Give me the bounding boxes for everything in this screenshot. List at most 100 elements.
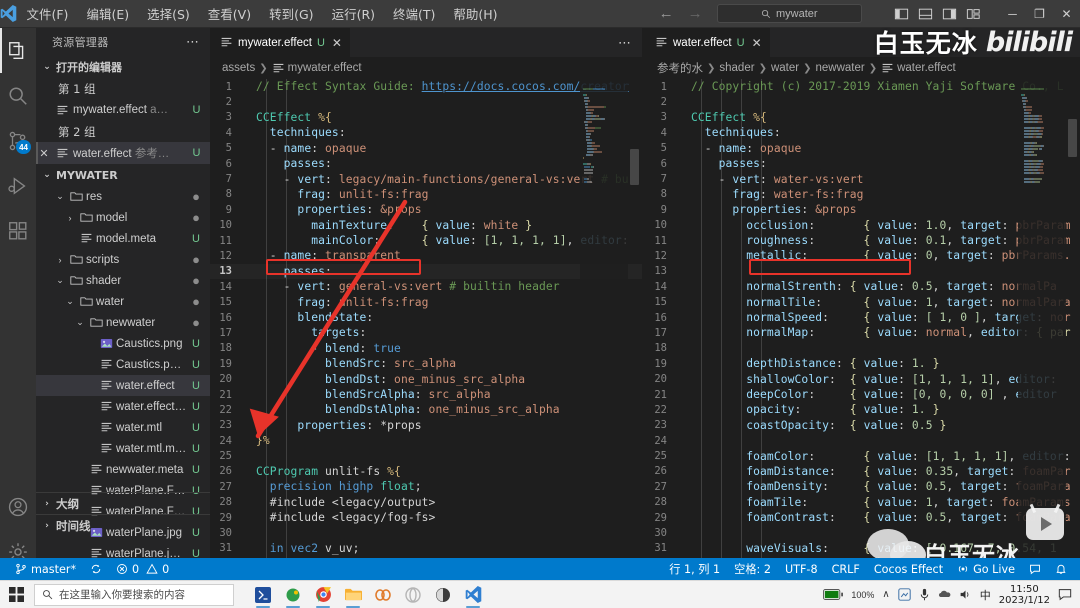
activity-explorer[interactable] (0, 28, 36, 73)
activity-extensions[interactable] (0, 208, 36, 253)
toggle-secondary-sidebar-icon[interactable] (942, 7, 957, 21)
customize-layout-icon[interactable] (966, 7, 981, 21)
tab-water-effect[interactable]: water.effect U ✕ (645, 28, 770, 57)
breadcrumb-item[interactable]: water (771, 62, 799, 74)
tree-item-water-mtl-meta[interactable]: water.mtl.meta U (36, 438, 210, 459)
taskbar-vscode-icon[interactable] (458, 581, 488, 608)
tab-close-icon[interactable]: ✕ (752, 36, 762, 50)
window-close-button[interactable]: ✕ (1053, 7, 1080, 21)
notification-center-icon[interactable] (1058, 588, 1072, 601)
activity-source-control[interactable]: 44 (0, 118, 36, 163)
tab-mywater-effect[interactable]: mywater.effect U ✕ (210, 28, 350, 57)
breadcrumb-item[interactable]: assets (222, 62, 255, 74)
section-open-editors[interactable]: ⌄ 打开的编辑器 (36, 56, 210, 78)
breadcrumb-item[interactable]: newwater (815, 62, 864, 74)
start-button[interactable] (0, 587, 32, 602)
line-number: 14 (219, 280, 232, 293)
taskbar-app-dark-icon[interactable] (428, 581, 458, 608)
toggle-sidebar-icon[interactable] (894, 7, 909, 21)
tree-item-label: water (96, 295, 125, 308)
activity-accounts[interactable] (0, 484, 36, 529)
line-text: #include <legacy/output> (256, 495, 436, 509)
forward-arrow-icon[interactable]: → (688, 6, 703, 21)
status-encoding[interactable]: UTF-8 (778, 558, 825, 580)
code-line: 5 - name: opaque (645, 141, 1080, 156)
breadcrumb-item[interactable]: shader (719, 62, 754, 74)
taskbar-clock[interactable]: 11:50 2023/1/12 (999, 584, 1050, 606)
menu-help[interactable]: 帮助(H) (444, 1, 506, 26)
quick-open-input[interactable]: mywater (716, 4, 862, 23)
status-cursor-position[interactable]: 行 1, 列 1 (662, 558, 727, 580)
menu-go[interactable]: 转到(G) (260, 1, 322, 26)
line-text: - vert: water-vs:vert (691, 172, 864, 186)
section-outline[interactable]: › 大纲 (36, 492, 210, 514)
vertical-scrollbar-right[interactable] (1066, 79, 1080, 580)
tree-item-shader[interactable]: ⌄ shader ● (36, 270, 210, 291)
taskbar-search-input[interactable]: 在这里输入你要搜索的内容 (34, 583, 234, 606)
status-branch[interactable]: master* (8, 558, 83, 580)
open-editor-item-selected[interactable]: ✕ water.effect 参考… U (36, 142, 210, 164)
window-maximize-button[interactable]: ❐ (1026, 7, 1053, 21)
menu-run[interactable]: 运行(R) (323, 1, 384, 26)
tab-close-icon[interactable]: ✕ (332, 36, 342, 50)
menu-terminal[interactable]: 终端(T) (384, 1, 444, 26)
menu-file[interactable]: 文件(F) (17, 1, 77, 26)
battery-indicator[interactable] (823, 589, 844, 600)
sidebar-more-actions[interactable]: ⋯ (186, 34, 200, 50)
code-editor-left[interactable]: 1 // Effect Syntax Guide: https://docs.co… (210, 79, 642, 580)
taskbar-app-orange-icon[interactable] (368, 581, 398, 608)
breadcrumb-item[interactable]: water.effect (881, 62, 956, 75)
back-arrow-icon[interactable]: ← (659, 6, 674, 21)
tree-item-newwater-meta[interactable]: newwater.meta U (36, 459, 210, 480)
menu-view[interactable]: 查看(V) (199, 1, 260, 26)
line-number: 17 (219, 326, 232, 339)
menu-edit[interactable]: 编辑(E) (77, 1, 138, 26)
ime-indicator[interactable]: 中 (980, 587, 991, 603)
tree-item-res[interactable]: ⌄ res ● (36, 186, 210, 207)
status-go-live[interactable]: Go Live (950, 558, 1022, 580)
microphone-icon[interactable] (919, 588, 930, 601)
open-editor-item[interactable]: mywater.effect a… U (36, 99, 210, 121)
status-feedback[interactable] (1022, 558, 1048, 580)
taskbar-file-explorer-icon[interactable] (338, 581, 368, 608)
vertical-scrollbar-left[interactable] (628, 79, 642, 580)
taskbar-opera-icon[interactable] (398, 581, 428, 608)
tree-item-caustics-png-meta[interactable]: Caustics.png.meta U (36, 354, 210, 375)
taskbar-app-green-icon[interactable] (278, 581, 308, 608)
tree-item-model-meta[interactable]: model.meta U (36, 228, 210, 249)
tray-expand-icon[interactable]: ∧ (882, 589, 889, 600)
menu-selection[interactable]: 选择(S) (138, 1, 199, 26)
tree-item-water-effect-meta[interactable]: water.effect.meta U (36, 396, 210, 417)
tree-item-water-mtl[interactable]: water.mtl U (36, 417, 210, 438)
tree-item-water[interactable]: ⌄ water ● (36, 291, 210, 312)
status-notifications[interactable] (1048, 558, 1074, 580)
close-icon[interactable]: ✕ (36, 147, 52, 160)
tree-item-water-effect[interactable]: water.effect U (36, 375, 210, 396)
taskbar-powershell-icon[interactable] (248, 581, 278, 608)
status-problems[interactable]: 0 0 (109, 558, 176, 580)
section-project-root[interactable]: ⌄ MYWATER (36, 164, 210, 186)
status-indentation[interactable]: 空格: 2 (727, 558, 778, 580)
window-minimize-button[interactable]: ─ (999, 7, 1026, 21)
tree-item-scripts[interactable]: › scripts ● (36, 249, 210, 270)
tree-item-label: model.meta (96, 232, 157, 245)
status-eol[interactable]: CRLF (825, 558, 867, 580)
taskbar-chrome-icon[interactable] (308, 581, 338, 608)
section-timeline[interactable]: › 时间线 (36, 514, 210, 536)
tab-unsaved-badge: U (316, 36, 325, 49)
toggle-panel-icon[interactable] (918, 7, 933, 21)
tree-item-newwater[interactable]: ⌄ newwater ● (36, 312, 210, 333)
breadcrumb-item[interactable]: 参考的水 (657, 60, 703, 76)
activity-search[interactable] (0, 73, 36, 118)
activity-run-debug[interactable] (0, 163, 36, 208)
tree-item-model[interactable]: › model ● (36, 207, 210, 228)
code-editor-right[interactable]: 1 // Copyright (c) 2017-2019 Xiamen Yaji … (645, 79, 1080, 580)
onedrive-icon[interactable] (938, 588, 951, 601)
volume-icon[interactable] (959, 588, 972, 601)
status-sync[interactable] (83, 558, 109, 580)
tree-item-caustics-png[interactable]: Caustics.png U (36, 333, 210, 354)
breadcrumb-item[interactable]: mywater.effect (272, 62, 362, 75)
network-icon[interactable] (898, 588, 911, 601)
status-language-mode[interactable]: Cocos Effect (867, 558, 950, 580)
editor-actions-more[interactable]: ⋯ (618, 35, 642, 51)
